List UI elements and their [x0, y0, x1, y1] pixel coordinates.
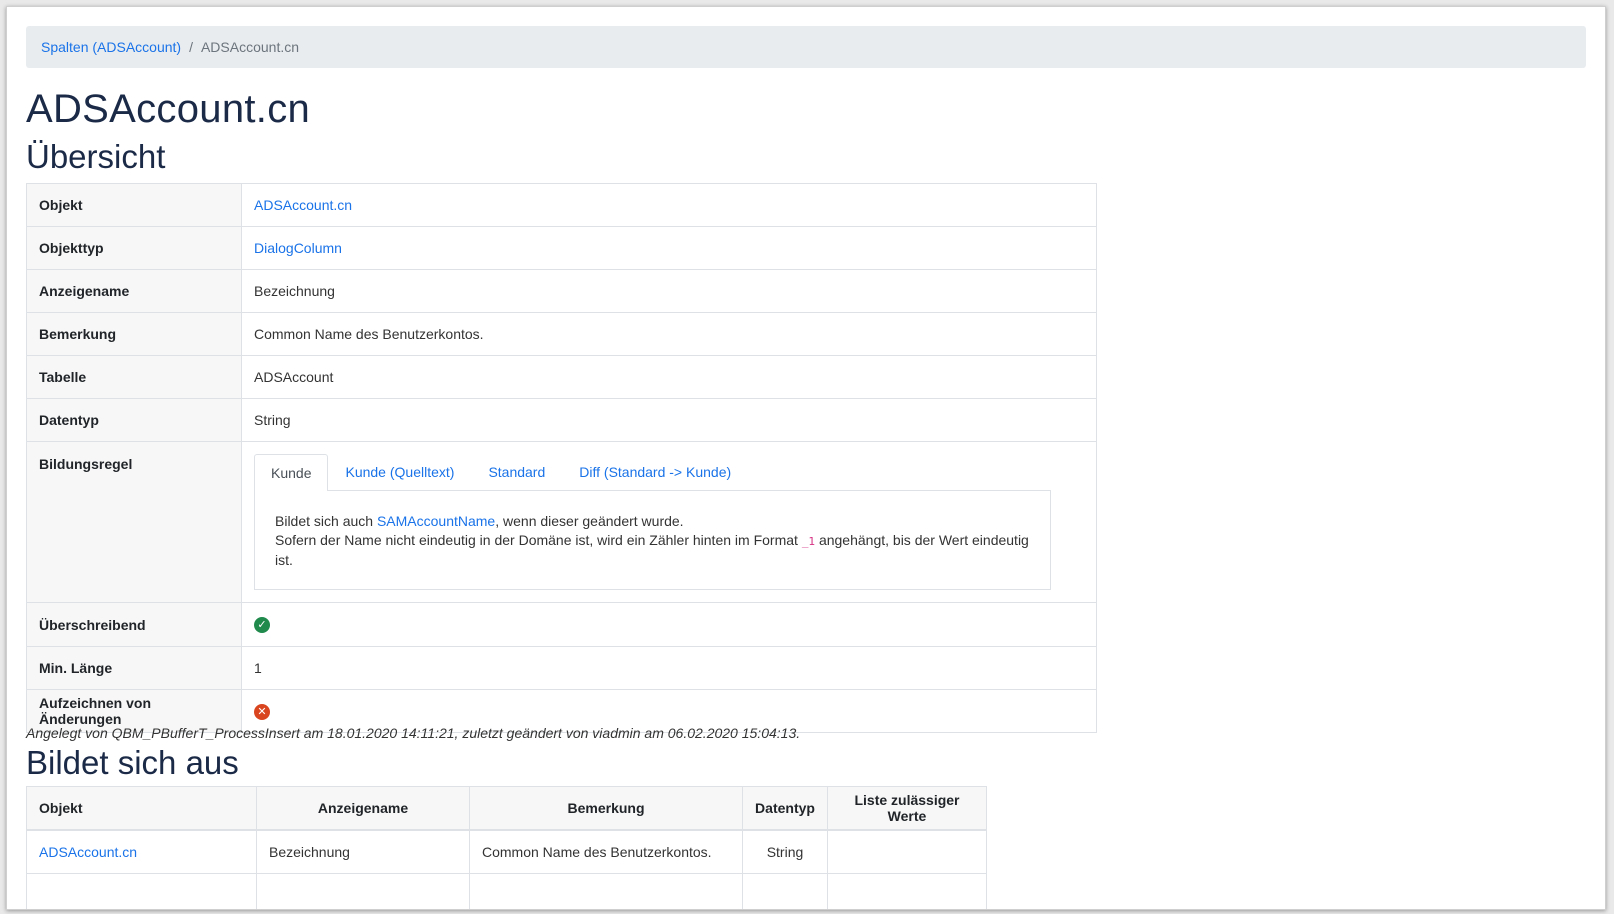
column-header-liste: Liste zulässiger Werte [827, 786, 987, 831]
column-header-objekt: Objekt [26, 786, 257, 831]
column-header-bemerkung: Bemerkung [469, 786, 743, 831]
objekt-link[interactable]: ADSAccount.cn [254, 197, 352, 213]
x-circle-icon: ✕ [254, 703, 270, 720]
overview-row-ueberschreibend: Überschreibend ✓ [26, 602, 1097, 647]
bildet-sich-aus-table: Objekt Anzeigename Bemerkung Datentyp Li… [26, 786, 987, 909]
tab-standard[interactable]: Standard [471, 453, 562, 490]
rule-line-2: Sofern der Name nicht eindeutig in der D… [275, 531, 1030, 570]
min-laenge-value: 1 [241, 646, 1097, 690]
row-anzeigename: Bezeichnung [256, 829, 470, 874]
overview-row-objekt: Objekt ADSAccount.cn [26, 183, 1097, 227]
tab-diff[interactable]: Diff (Standard -> Kunde) [562, 453, 748, 490]
row-label: Min. Länge [26, 646, 242, 690]
check-circle-icon: ✓ [254, 617, 270, 634]
row-label: Anzeigename [26, 269, 242, 313]
overview-row-tabelle: Tabelle ADSAccount [26, 355, 1097, 399]
rule-text: Bildet sich auch [275, 513, 377, 529]
format-code: _1 [801, 535, 816, 548]
row-label: Objekttyp [26, 226, 242, 270]
row-label: Bildungsregel [26, 441, 242, 603]
breadcrumb-current: ADSAccount.cn [200, 39, 300, 55]
overview-row-min-laenge: Min. Länge 1 [26, 646, 1097, 690]
overview-row-datentyp: Datentyp String [26, 398, 1097, 442]
row-label: Tabelle [26, 355, 242, 399]
column-header-anzeigename: Anzeigename [256, 786, 470, 831]
overview-row-objekttyp: Objekttyp DialogColumn [26, 226, 1097, 270]
tab-kunde[interactable]: Kunde [254, 454, 329, 491]
row-liste [827, 829, 987, 874]
row-label: Datentyp [26, 398, 242, 442]
row-label: Überschreibend [26, 602, 242, 647]
table-row [26, 873, 987, 909]
breadcrumb: Spalten (ADSAccount) / ADSAccount.cn [26, 26, 1586, 68]
table-header-row: Objekt Anzeigename Bemerkung Datentyp Li… [26, 786, 987, 831]
overview-row-anzeigename: Anzeigename Bezeichnung [26, 269, 1097, 313]
rule-text: Sofern der Name nicht eindeutig in der D… [275, 532, 802, 548]
row-bemerkung: Common Name des Benutzerkontos. [469, 829, 743, 874]
row-datentyp: String [742, 829, 828, 874]
rule-text: , wenn dieser geändert wurde. [495, 513, 684, 529]
breadcrumb-link-spalten[interactable]: Spalten (ADSAccount) [41, 39, 181, 55]
overview-table: Objekt ADSAccount.cn Objekttyp DialogCol… [26, 183, 1097, 733]
bildet-sich-aus-heading: Bildet sich aus [26, 744, 239, 781]
overview-row-bildungsregel: Bildungsregel Kunde Kunde (Quelltext) St… [26, 441, 1097, 603]
datentyp-value: String [241, 398, 1097, 442]
tabelle-value: ADSAccount [241, 355, 1097, 399]
objekttyp-link[interactable]: DialogColumn [254, 240, 342, 256]
page-title: ADSAccount.cn [26, 87, 311, 131]
overview-row-bemerkung: Bemerkung Common Name des Benutzerkontos… [26, 312, 1097, 356]
page-frame: Spalten (ADSAccount) / ADSAccount.cn ADSAc… [6, 6, 1606, 910]
bildungsregel-tab-content: Bildet sich auch SAMAccountName, wenn di… [254, 490, 1051, 590]
overview-heading: Übersicht [26, 138, 166, 175]
column-header-datentyp: Datentyp [742, 786, 828, 831]
rule-line-1: Bildet sich auch SAMAccountName, wenn di… [275, 512, 1030, 531]
bildungsregel-tabs: Kunde Kunde (Quelltext) Standard Diff (S… [254, 453, 1084, 491]
row-objekt-link[interactable]: ADSAccount.cn [39, 844, 137, 860]
row-label: Objekt [26, 183, 242, 227]
breadcrumb-separator: / [189, 39, 193, 55]
samaccountname-link[interactable]: SAMAccountName [377, 513, 495, 529]
table-row: ADSAccount.cn Bezeichnung Common Name de… [26, 829, 987, 874]
row-label: Bemerkung [26, 312, 242, 356]
audit-meta-text: Angelegt von QBM_PBufferT_ProcessInsert … [26, 725, 801, 741]
anzeigename-value: Bezeichnung [241, 269, 1097, 313]
tab-kunde-quelltext[interactable]: Kunde (Quelltext) [328, 453, 471, 490]
bemerkung-value: Common Name des Benutzerkontos. [241, 312, 1097, 356]
